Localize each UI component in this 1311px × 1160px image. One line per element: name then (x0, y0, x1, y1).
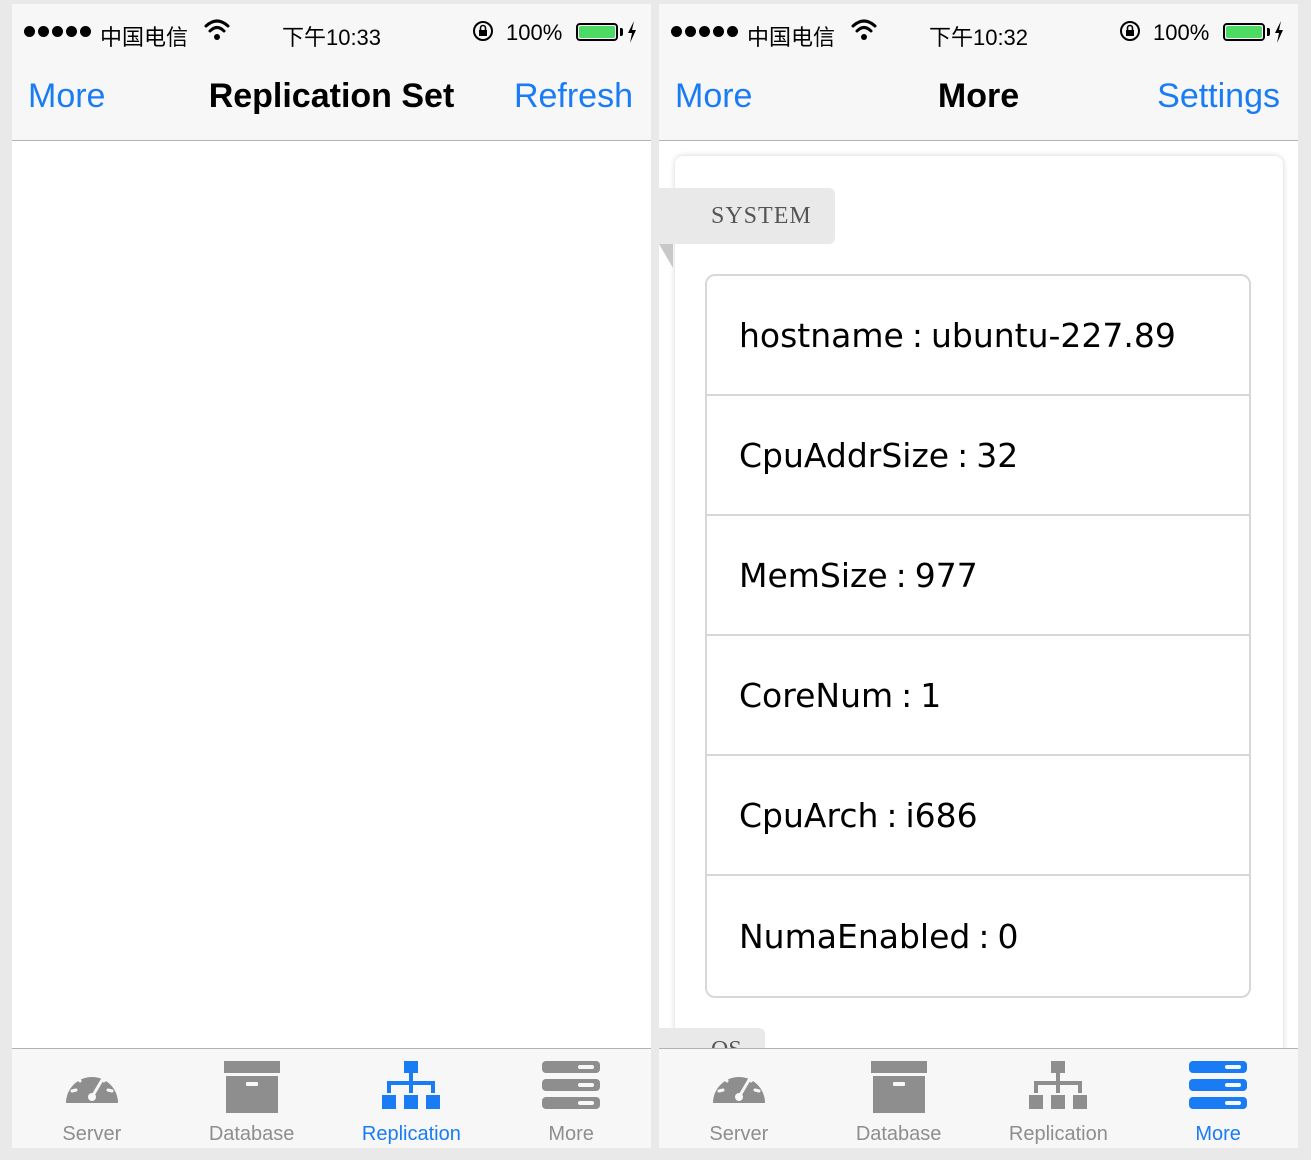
tab-label: More (1195, 1123, 1241, 1145)
archive-box-icon (870, 1061, 927, 1113)
info-row-numaenabled: NumaEnabled:0 (739, 916, 1019, 956)
back-button[interactable]: More (675, 77, 752, 116)
orientation-lock-icon (1120, 21, 1140, 41)
settings-button[interactable]: Settings (1157, 77, 1280, 116)
info-key: MemSize (739, 555, 888, 595)
hierarchy-icon (382, 1061, 441, 1109)
info-key: CpuArch (739, 795, 879, 835)
section-header-system: SYSTEM (659, 188, 835, 244)
info-key: NumaEnabled (739, 916, 971, 956)
navigation-bar: 中国电信 下午10:32 100% More More Settings (659, 4, 1298, 141)
info-row-corenum: CoreNum:1 (707, 636, 1249, 756)
status-bar: 中国电信 下午10:32 100% (659, 4, 1298, 60)
stack-icon (1189, 1061, 1248, 1109)
tab-server[interactable]: Server (659, 1049, 819, 1148)
tab-database[interactable]: Database (172, 1049, 332, 1148)
info-value: 1 (920, 675, 942, 715)
tab-label: Replication (361, 1123, 461, 1145)
battery-percentage: 100% (506, 20, 563, 45)
info-value: 0 (997, 916, 1019, 956)
tab-bar: Server Database Replication More (12, 1048, 651, 1148)
tab-replication[interactable]: Replication (332, 1049, 492, 1148)
hierarchy-icon (1029, 1061, 1088, 1109)
info-key: hostname (739, 315, 904, 355)
orientation-lock-icon (473, 21, 493, 41)
tab-label: Database (855, 1123, 942, 1145)
back-button[interactable]: More (28, 77, 105, 116)
speedometer-icon (712, 1069, 765, 1103)
navigation-bar: 中国电信 下午10:33 100% More Replication Set R… (12, 4, 651, 141)
tab-label: Server (709, 1123, 769, 1145)
tab-label: Replication (1008, 1123, 1108, 1145)
battery-icon (1223, 23, 1265, 41)
tab-bar: Server Database Replication More (659, 1048, 1298, 1148)
charging-bolt-icon (1275, 21, 1283, 43)
speedometer-icon (65, 1069, 118, 1103)
tab-label: Server (62, 1123, 122, 1145)
replication-set-screen: 中国电信 下午10:33 100% More Replication Set R… (12, 4, 651, 1148)
info-value: ubuntu-227.89 (930, 315, 1176, 355)
tab-label: Database (208, 1123, 295, 1145)
battery-icon (576, 23, 618, 41)
section-tag-fold (659, 244, 673, 268)
status-bar: 中国电信 下午10:33 100% (12, 4, 651, 60)
battery-cap (620, 28, 623, 36)
info-row-memsize: MemSize:977 (707, 516, 1249, 636)
info-value: 32 (976, 435, 1019, 475)
info-row-cpuaddrsize: CpuAddrSize:32 (707, 396, 1249, 516)
tab-replication[interactable]: Replication (979, 1049, 1139, 1148)
tab-more[interactable]: More (491, 1049, 651, 1148)
refresh-button[interactable]: Refresh (514, 77, 633, 116)
battery-cap (1267, 28, 1270, 36)
info-key: CpuAddrSize (739, 435, 950, 475)
more-screen: 中国电信 下午10:32 100% More More Settings SYS… (659, 4, 1298, 1148)
tab-server[interactable]: Server (12, 1049, 172, 1148)
info-row-cpuarch: CpuArch: i686 (707, 756, 1249, 876)
info-value: 977 (914, 555, 978, 595)
tab-database[interactable]: Database (819, 1049, 979, 1148)
info-row-hostname: hostname: ubuntu-227.89 (707, 276, 1249, 396)
tab-more[interactable]: More (1138, 1049, 1298, 1148)
charging-bolt-icon (628, 21, 636, 43)
info-key: CoreNum (739, 675, 894, 715)
info-value: i686 (905, 795, 978, 835)
tab-label: More (548, 1123, 594, 1145)
stack-icon (542, 1061, 601, 1109)
archive-box-icon (223, 1061, 280, 1113)
battery-percentage: 100% (1153, 20, 1210, 45)
system-info-list: hostname: ubuntu-227.89 CpuAddrSize:32 Me… (705, 274, 1251, 998)
